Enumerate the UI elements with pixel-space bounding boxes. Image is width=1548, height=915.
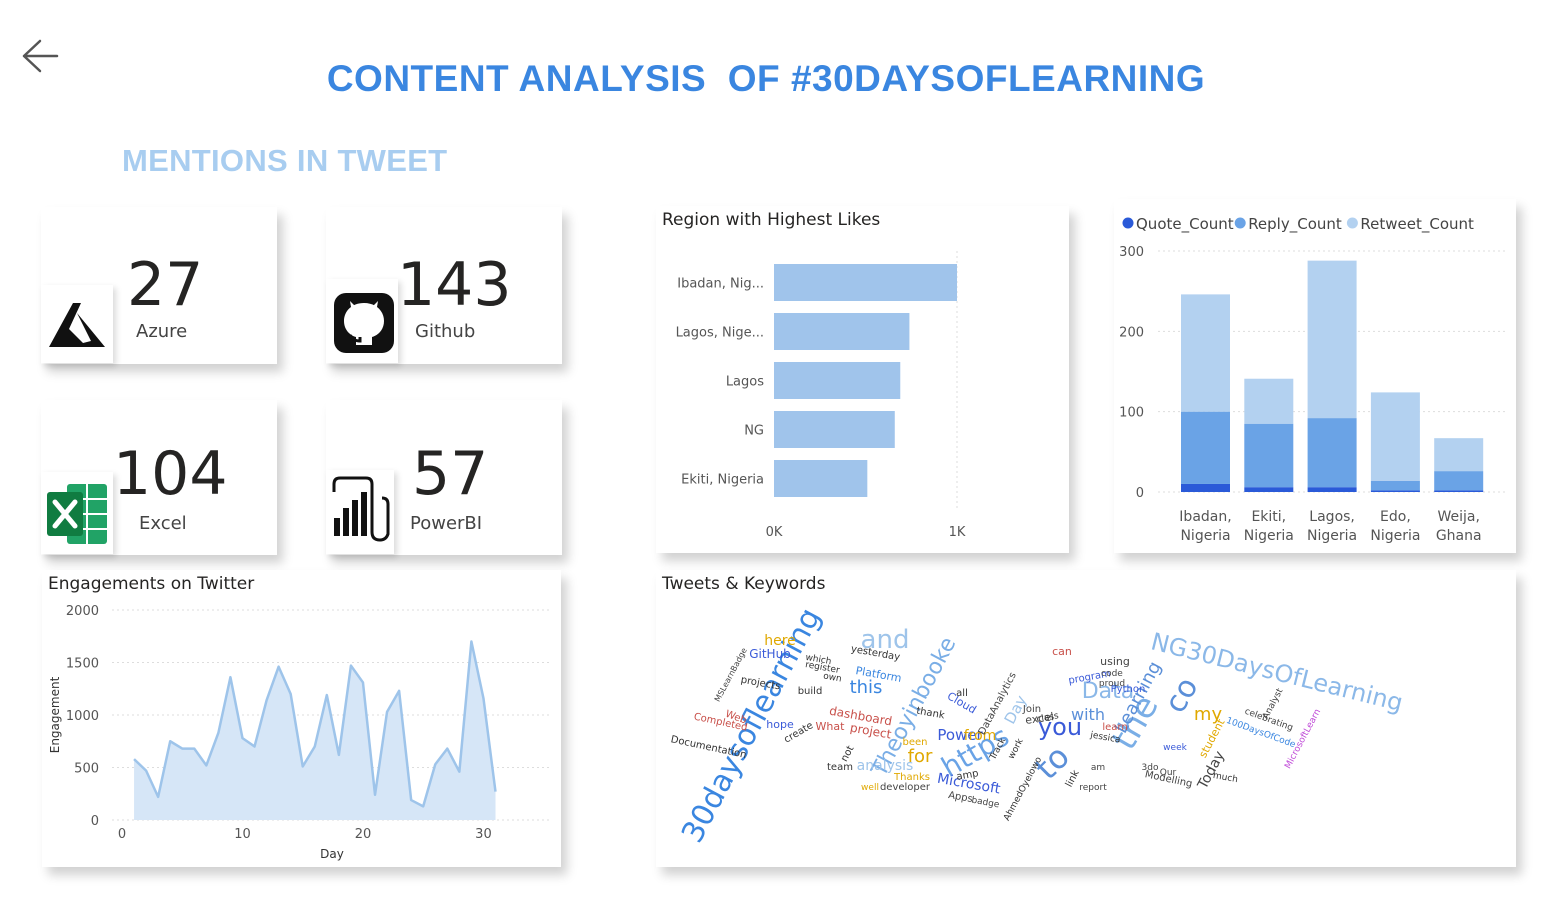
powerbi-icon: [326, 470, 394, 554]
kpi-label: Github: [415, 321, 476, 342]
page-title: CONTENT ANALYSIS OF #30DAYSOFLEARNING: [326, 58, 1206, 99]
bar-segment: [1370, 490, 1420, 492]
kpi-card-powerbi[interactable]: 57 PowerBI: [326, 400, 562, 555]
kpi-card-azure[interactable]: 27 Azure: [41, 207, 277, 364]
category-label: Ibadan,: [1179, 509, 1231, 525]
kpi-value: 104: [113, 439, 228, 509]
bar-segment: [1307, 260, 1357, 419]
bar: [774, 264, 957, 301]
bar-segment: [1181, 483, 1230, 492]
region-likes-chart: Ibadan, Nig... Lagos, Nige... Lagos NG Ekiti…: [676, 251, 966, 540]
kpi-card-github[interactable]: 143 Github: [326, 207, 562, 364]
category-label: Weija,: [1437, 509, 1479, 525]
engagements-chart: 0 500 1000 1500 2000 0 10 20 30 Day Engagement: [48, 604, 552, 861]
kpi-label: PowerBI: [410, 513, 483, 534]
category-label: Nigeria: [1180, 528, 1230, 544]
y-tick-label: 2000: [66, 604, 99, 619]
y-tick-label: 200: [1119, 325, 1144, 340]
x-tick-label: 0: [118, 827, 126, 842]
category-label: Ibadan, Nig...: [677, 277, 764, 292]
category-label: Lagos, Nige...: [676, 326, 764, 341]
x-tick-label: 10: [234, 827, 251, 842]
category-label: Ekiti,: [1251, 509, 1286, 525]
bar-segment: [1434, 471, 1484, 491]
series-area: [134, 641, 496, 820]
category-label: Lagos,: [1309, 509, 1355, 525]
bar-segment: [1434, 438, 1484, 472]
y-tick-label: 100: [1119, 406, 1144, 421]
legend-marker: [1234, 217, 1246, 229]
kpi-value: 27: [127, 250, 204, 320]
legend-marker: [1122, 217, 1134, 229]
bar-segment: [1307, 418, 1357, 488]
y-tick-label: 1500: [66, 657, 99, 672]
wordcloud-visual[interactable]: Tweets & Keywords: [656, 570, 1516, 867]
category-label: Lagos: [726, 375, 764, 390]
category-label: NG: [744, 424, 764, 439]
kpi-value: 143: [397, 250, 512, 320]
bar: [774, 313, 910, 350]
bar-segment: [1244, 378, 1294, 424]
bar-segment: [1181, 294, 1230, 412]
category-label: Nigeria: [1244, 528, 1294, 544]
bar-segment: [1434, 490, 1484, 492]
y-axis-label: Engagement: [48, 676, 62, 753]
category-label: Nigeria: [1307, 528, 1357, 544]
y-tick-label: 1000: [66, 709, 99, 724]
category-label: Nigeria: [1370, 528, 1420, 544]
legend-label: Reply_Count: [1248, 215, 1342, 234]
category-label: Ghana: [1436, 528, 1482, 544]
x-tick-label: 0K: [766, 525, 783, 540]
y-tick-label: 500: [74, 762, 99, 777]
legend-label: Quote_Count: [1136, 215, 1234, 234]
bar-segment: [1370, 392, 1420, 481]
x-tick-label: 1K: [949, 525, 966, 540]
x-tick-label: 20: [355, 827, 372, 842]
bar-segment: [1244, 423, 1294, 488]
region-likes-visual[interactable]: Region with Highest Likes Ibadan, Nig...…: [656, 206, 1069, 553]
x-tick-label: 30: [475, 827, 492, 842]
section-subtitle: MENTIONS IN TWEET: [122, 143, 448, 178]
bar-segment: [1370, 480, 1420, 491]
category-label: Edo,: [1380, 509, 1411, 525]
azure-icon: [41, 285, 113, 363]
bar-segment: [1307, 487, 1357, 492]
engagement-counts-chart: Quote_Count Reply_Count Retweet_Count 0 100 2…: [1119, 215, 1506, 544]
y-tick-label: 0: [1136, 486, 1144, 501]
bar-segment: [1181, 411, 1230, 484]
kpi-value: 57: [412, 439, 489, 509]
legend-marker: [1346, 217, 1358, 229]
y-tick-label: 0: [91, 814, 99, 829]
category-label: Ekiti, Nigeria: [681, 473, 764, 488]
kpi-label: Excel: [139, 513, 187, 534]
kpi-card-excel[interactable]: 104 Excel: [41, 400, 277, 555]
kpi-label: Azure: [136, 321, 188, 342]
bar: [774, 411, 895, 448]
legend-label: Retweet_Count: [1360, 215, 1474, 234]
y-tick-label: 300: [1119, 245, 1144, 260]
engagement-counts-visual[interactable]: Quote_Count Reply_Count Retweet_Count 0 100 2…: [1114, 199, 1516, 553]
bar-segment: [1244, 487, 1294, 492]
visual-title: Tweets & Keywords: [662, 574, 826, 594]
engagements-visual[interactable]: Engagements on Twitter 0 500 1000 1500 2000 0…: [42, 570, 561, 867]
bar: [774, 460, 868, 497]
bar: [774, 362, 901, 399]
x-axis-label: Day: [320, 847, 344, 861]
github-icon: [326, 279, 398, 363]
excel-icon: [41, 472, 113, 554]
